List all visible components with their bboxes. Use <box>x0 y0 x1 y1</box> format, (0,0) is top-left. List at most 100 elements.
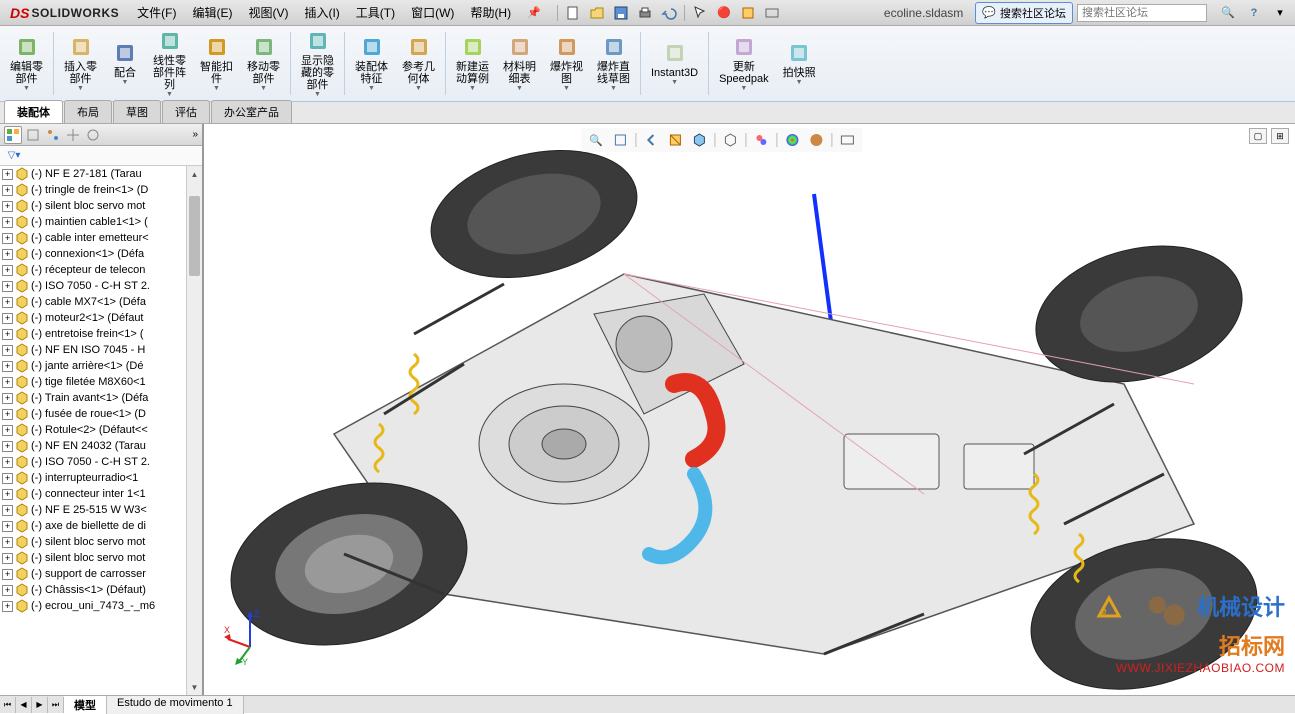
ribbon-bom[interactable]: 材料明 细表▼ <box>497 28 542 99</box>
expand-icon[interactable]: + <box>2 425 13 436</box>
tree-item[interactable]: + (-) moteur2<1> (Défaut <box>0 310 202 326</box>
expand-icon[interactable]: + <box>2 505 13 516</box>
undo-icon[interactable] <box>658 3 680 23</box>
nav-last-icon[interactable]: ⏭ <box>48 697 64 713</box>
tree-item[interactable]: + (-) entretoise frein<1> ( <box>0 326 202 342</box>
menu-window[interactable]: 窗口(W) <box>403 2 462 23</box>
expand-icon[interactable]: + <box>2 297 13 308</box>
tree-item[interactable]: + (-) connecteur inter 1<1 <box>0 486 202 502</box>
rebuild-icon[interactable]: 🔴 <box>713 3 735 23</box>
expand-icon[interactable]: + <box>2 569 13 580</box>
command-tab-1[interactable]: 布局 <box>64 100 112 123</box>
tree-item[interactable]: + (-) fusée de roue<1> (D <box>0 406 202 422</box>
display-manager-tab-icon[interactable] <box>84 126 102 144</box>
dimxpert-tab-icon[interactable] <box>64 126 82 144</box>
expand-icon[interactable]: + <box>2 345 13 356</box>
nav-prev-icon[interactable]: ◀ <box>16 697 32 713</box>
ribbon-motion-study[interactable]: 新建运 动算例▼ <box>450 28 495 99</box>
edit-appearance-icon[interactable] <box>781 130 803 150</box>
tree-item[interactable]: + (-) NF EN 24032 (Tarau <box>0 438 202 454</box>
expand-icon[interactable]: + <box>2 537 13 548</box>
options-icon[interactable] <box>737 3 759 23</box>
hide-show-icon[interactable] <box>750 130 772 150</box>
apply-scene-icon[interactable] <box>805 130 827 150</box>
menu-tools[interactable]: 工具(T) <box>348 2 403 23</box>
tree-item[interactable]: + (-) tringle de frein<1> (D <box>0 182 202 198</box>
view-settings-icon[interactable] <box>836 130 858 150</box>
ribbon-snapshot[interactable]: 拍快照▼ <box>777 28 822 99</box>
ribbon-edit-component[interactable]: 编辑零 部件▼ <box>4 28 49 99</box>
menu-insert[interactable]: 插入(I) <box>296 2 347 23</box>
tree-item[interactable]: + (-) maintien cable1<1> ( <box>0 214 202 230</box>
collapse-tree-icon[interactable]: » <box>192 129 198 140</box>
expand-icon[interactable]: + <box>2 377 13 388</box>
search-input[interactable] <box>1077 4 1207 22</box>
tree-item[interactable]: + (-) Train avant<1> (Défa <box>0 390 202 406</box>
tree-item[interactable]: + (-) Châssis<1> (Défaut) <box>0 582 202 598</box>
graphics-viewport[interactable]: 🔍 ▢ ⊞ <box>204 124 1295 695</box>
ribbon-smart-fastener[interactable]: 智能扣 件▼ <box>194 28 239 99</box>
expand-icon[interactable]: + <box>2 169 13 180</box>
ribbon-linear-pattern[interactable]: 线性零 部件阵 列▼ <box>147 28 192 99</box>
tree-item[interactable]: + (-) tige filetée M8X60<1 <box>0 374 202 390</box>
expand-icon[interactable]: + <box>2 265 13 276</box>
expand-icon[interactable]: + <box>2 249 13 260</box>
display-style-icon[interactable] <box>719 130 741 150</box>
tree-item[interactable]: + (-) jante arrière<1> (Dé <box>0 358 202 374</box>
tree-item[interactable]: + (-) cable inter emetteur< <box>0 230 202 246</box>
configuration-manager-tab-icon[interactable] <box>44 126 62 144</box>
feature-tree-list[interactable]: + (-) NF E 27-181 (Tarau+ (-) tringle de… <box>0 166 202 695</box>
menu-view[interactable]: 视图(V) <box>240 2 296 23</box>
expand-icon[interactable]: + <box>2 217 13 228</box>
scroll-down-icon[interactable]: ▼ <box>187 679 202 695</box>
expand-icon[interactable]: + <box>2 313 13 324</box>
previous-view-icon[interactable] <box>640 130 662 150</box>
tree-item[interactable]: + (-) silent bloc servo mot <box>0 550 202 566</box>
tree-item[interactable]: + (-) silent bloc servo mot <box>0 534 202 550</box>
ribbon-move-component[interactable]: 移动零 部件▼ <box>241 28 286 99</box>
command-tab-0[interactable]: 装配体 <box>4 100 63 123</box>
expand-icon[interactable]: + <box>2 393 13 404</box>
expand-icon[interactable]: + <box>2 489 13 500</box>
expand-icon[interactable]: + <box>2 185 13 196</box>
ribbon-instant3d[interactable]: Instant3D▼ <box>645 28 704 99</box>
bottom-tab-0[interactable]: 模型 <box>64 696 107 714</box>
tree-item[interactable]: + (-) récepteur de telecon <box>0 262 202 278</box>
tree-item[interactable]: + (-) ecrou_uni_7473_-_m6 <box>0 598 202 614</box>
ribbon-reference-geom[interactable]: 参考几 何体▼ <box>396 28 441 99</box>
select-icon[interactable] <box>689 3 711 23</box>
expand-icon[interactable]: + <box>2 473 13 484</box>
nav-next-icon[interactable]: ▶ <box>32 697 48 713</box>
single-view-icon[interactable]: ▢ <box>1249 128 1267 144</box>
zoom-fit-icon[interactable]: 🔍 <box>585 130 607 150</box>
ribbon-mate[interactable]: 配合▼ <box>105 28 145 99</box>
forum-search-button[interactable]: 💬 搜索社区论坛 <box>975 2 1073 24</box>
scroll-up-icon[interactable]: ▲ <box>187 166 202 182</box>
save-icon[interactable] <box>610 3 632 23</box>
expand-icon[interactable]: + <box>2 201 13 212</box>
tree-item[interactable]: + (-) connexion<1> (Défa <box>0 246 202 262</box>
expand-icon[interactable]: + <box>2 441 13 452</box>
tree-scrollbar[interactable]: ▲ ▼ <box>186 166 202 695</box>
help-icon[interactable]: ? <box>1243 3 1265 23</box>
expand-icon[interactable]: + <box>2 329 13 340</box>
ribbon-exploded-view[interactable]: 爆炸视 图▼ <box>544 28 589 99</box>
ribbon-show-hidden[interactable]: 显示隐 藏的零 部件▼ <box>295 28 340 99</box>
tree-item[interactable]: + (-) silent bloc servo mot <box>0 198 202 214</box>
menu-edit[interactable]: 编辑(E) <box>184 2 240 23</box>
zoom-area-icon[interactable] <box>609 130 631 150</box>
expand-icon[interactable]: + <box>2 553 13 564</box>
expand-icon[interactable]: + <box>2 585 13 596</box>
new-icon[interactable] <box>562 3 584 23</box>
tree-item[interactable]: + (-) axe de biellette de di <box>0 518 202 534</box>
menu-file[interactable]: 文件(F) <box>129 2 184 23</box>
tree-item[interactable]: + (-) Rotule<2> (Défaut<< <box>0 422 202 438</box>
property-manager-tab-icon[interactable] <box>24 126 42 144</box>
expand-icon[interactable]: + <box>2 281 13 292</box>
menu-pin-icon[interactable]: 📌 <box>523 3 545 23</box>
open-icon[interactable] <box>586 3 608 23</box>
tree-item[interactable]: + (-) ISO 7050 - C-H ST 2. <box>0 278 202 294</box>
view-orientation-icon[interactable] <box>688 130 710 150</box>
expand-icon[interactable]: + <box>2 457 13 468</box>
expand-icon[interactable]: + <box>2 601 13 612</box>
